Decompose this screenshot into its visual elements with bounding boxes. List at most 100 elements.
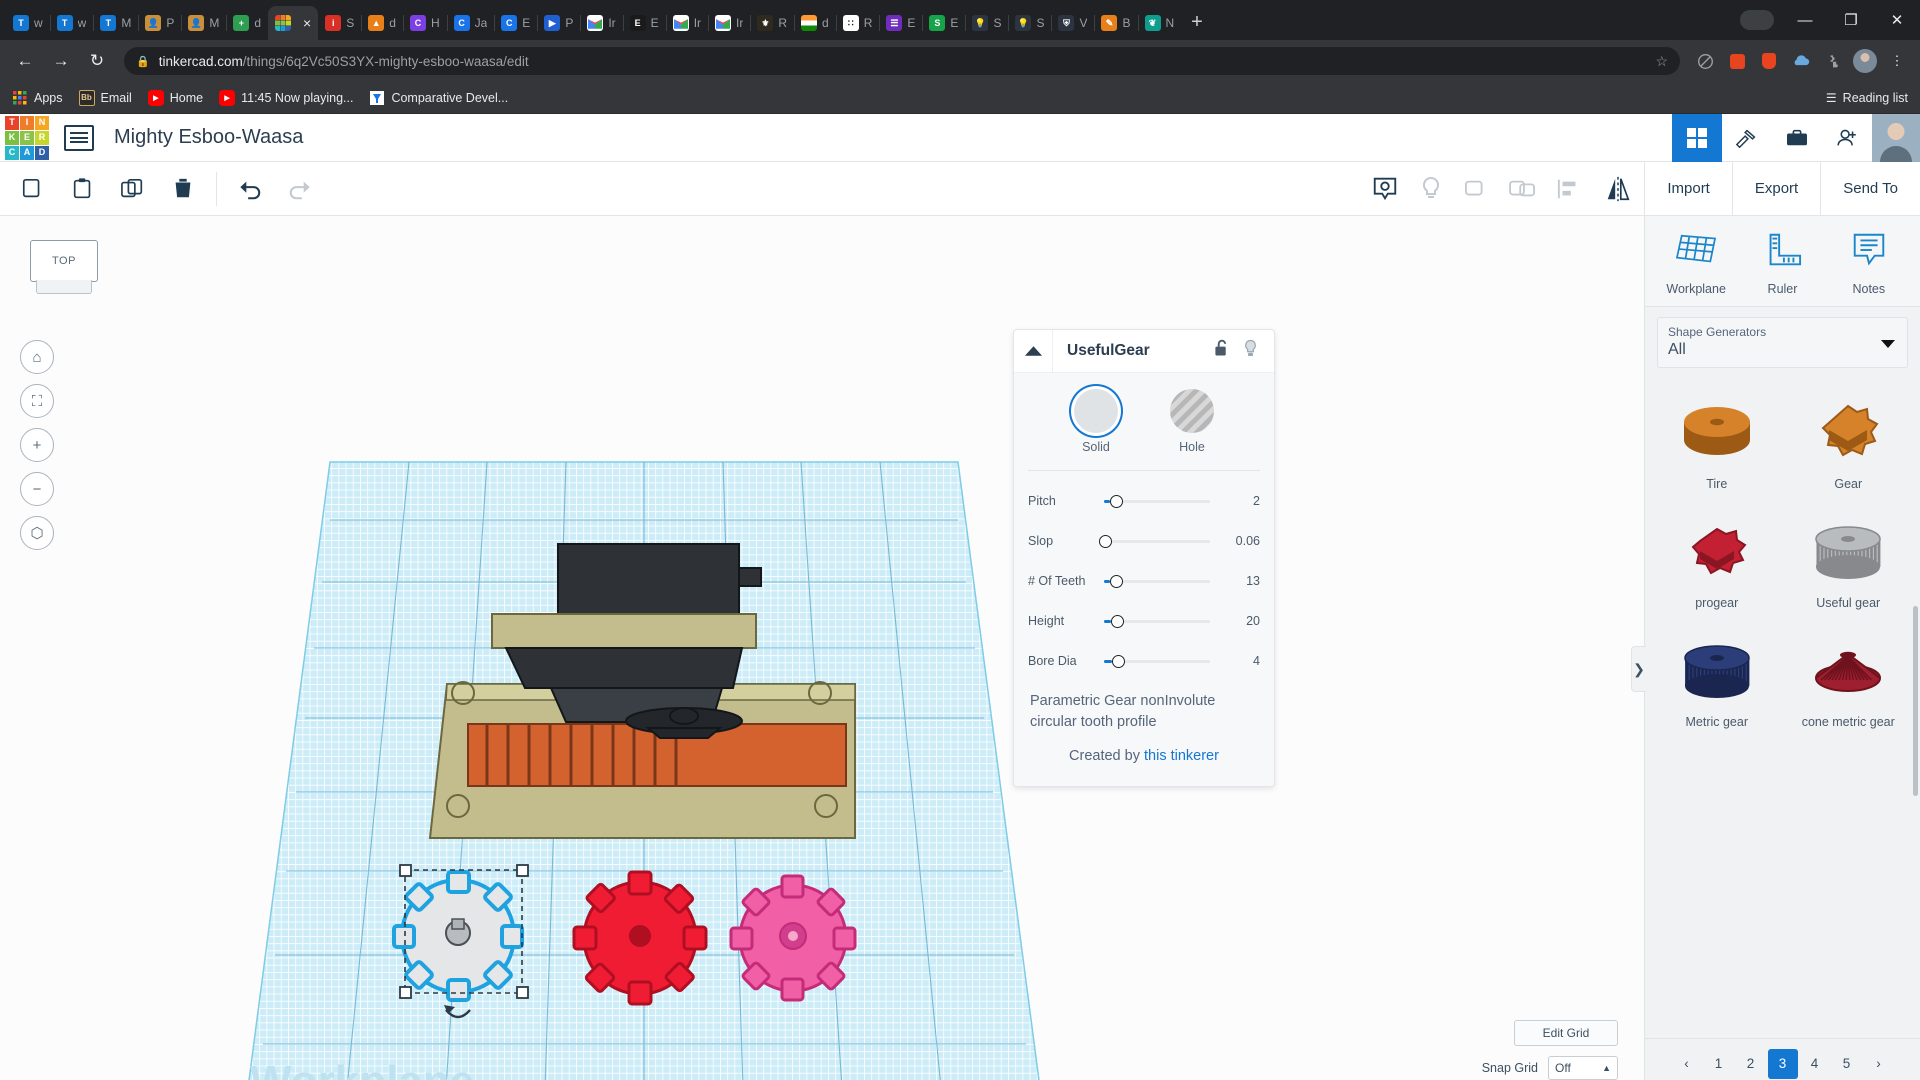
browser-tab[interactable]: Ir — [708, 6, 750, 40]
bookmark-item[interactable]: Bb Email — [78, 89, 132, 106]
browser-tab[interactable]: ▲ d — [361, 6, 403, 40]
extension-red-icon[interactable] — [1724, 48, 1750, 74]
browser-tab[interactable]: Tw — [6, 6, 50, 40]
delete-icon[interactable] — [158, 166, 208, 212]
reading-list-button[interactable]: ☰ Reading list — [1826, 91, 1908, 105]
view-cube-base[interactable] — [36, 280, 92, 294]
browser-tab[interactable]: ☰ E — [879, 6, 922, 40]
browser-tab[interactable]: EE — [622, 6, 666, 40]
blocks-view-icon[interactable] — [1672, 113, 1722, 162]
back-button[interactable]: ← — [10, 46, 40, 76]
browser-tab[interactable]: CH — [402, 6, 447, 40]
redo-icon[interactable] — [275, 166, 325, 212]
home-view-icon[interactable]: ⌂ — [20, 340, 54, 374]
browser-tab[interactable]: ∷ R — [835, 6, 880, 40]
pagination-next-icon[interactable]: › — [1864, 1049, 1894, 1079]
pagination-page-1[interactable]: 1 — [1704, 1049, 1734, 1079]
browser-tab[interactable]: ▶ P — [537, 6, 580, 40]
browser-tab[interactable]: Tw — [49, 6, 94, 40]
browser-tab[interactable]: ⚜ R — [750, 6, 794, 40]
bookmark-item[interactable]: Apps — [12, 90, 63, 106]
sidebar-tool-ruler[interactable]: Ruler — [1742, 230, 1822, 296]
browser-tab[interactable]: ❦ N — [1137, 6, 1182, 40]
send-to-button[interactable]: Send To — [1820, 161, 1920, 216]
pagination-page-3[interactable]: 3 — [1767, 1048, 1798, 1079]
import-button[interactable]: Import — [1644, 161, 1732, 216]
browser-tab[interactable]: ✎ B — [1094, 6, 1137, 40]
forward-button[interactable]: → — [46, 46, 76, 76]
browser-tab[interactable]: C Ja — [446, 6, 495, 40]
slider-track[interactable] — [1104, 614, 1210, 628]
extension-cloud-icon[interactable] — [1788, 48, 1814, 74]
avatar[interactable] — [1872, 113, 1920, 162]
browser-tab[interactable]: Ir — [580, 6, 622, 40]
edit-grid-button[interactable]: Edit Grid — [1514, 1020, 1618, 1046]
slider-knob[interactable] — [1111, 614, 1125, 628]
unlock-icon[interactable] — [1214, 339, 1229, 363]
shape-tile[interactable]: Tire — [1651, 382, 1783, 501]
browser-tab-active[interactable]: × — [268, 6, 319, 40]
browser-tab[interactable]: iS — [318, 6, 361, 40]
shape-tile[interactable]: progear — [1651, 501, 1783, 620]
browser-tab[interactable]: + d — [226, 6, 268, 40]
zoom-out-icon[interactable]: − — [20, 472, 54, 506]
bookmark-star-icon[interactable]: ☆ — [1655, 53, 1668, 70]
duplicate-icon[interactable] — [108, 166, 158, 212]
ortho-perspective-icon[interactable]: ⬡ — [20, 516, 54, 550]
sidebar-tool-workplane[interactable]: Workplane — [1656, 230, 1736, 296]
briefcase-icon[interactable] — [1772, 114, 1822, 162]
bookmark-item[interactable]: ▶ 11:45 Now playing... — [219, 89, 353, 106]
ungroup-icon[interactable] — [1500, 166, 1546, 212]
browser-tab[interactable]: d — [794, 6, 836, 40]
pagination-page-2[interactable]: 2 — [1736, 1049, 1766, 1079]
block-icon[interactable] — [1692, 48, 1718, 74]
slider-knob[interactable] — [1098, 534, 1112, 548]
chrome-menu-icon[interactable]: ⋮ — [1884, 48, 1910, 74]
pagination-page-4[interactable]: 4 — [1800, 1049, 1830, 1079]
shape-tile[interactable]: Gear — [1783, 382, 1915, 501]
sidebar-collapse-toggle[interactable]: ❯ — [1631, 646, 1646, 692]
undo-icon[interactable] — [225, 166, 275, 212]
shape-tile[interactable]: Useful gear — [1783, 501, 1915, 620]
bookmark-item[interactable]: Comparative Devel... — [369, 90, 508, 106]
address-bar[interactable]: 🔒 tinkercad.com/things/6q2Vc50S3YX-might… — [124, 47, 1680, 75]
zoom-in-icon[interactable]: + — [20, 428, 54, 462]
tab-search-pill[interactable] — [1740, 10, 1774, 30]
group-icon[interactable] — [1454, 166, 1500, 212]
browser-tab[interactable]: SE — [922, 6, 965, 40]
slider-track[interactable] — [1104, 494, 1210, 508]
browser-tab[interactable]: CE — [494, 6, 537, 40]
fit-view-icon[interactable]: ⛶ — [20, 384, 54, 418]
project-menu-icon[interactable] — [64, 124, 94, 151]
extension-shield-icon[interactable] — [1756, 48, 1782, 74]
slider-track[interactable] — [1098, 534, 1210, 548]
shape-tile[interactable]: cone metric gear — [1783, 620, 1915, 739]
browser-tab[interactable]: Ir — [665, 6, 708, 40]
browser-tab[interactable]: 👤 M — [181, 6, 226, 40]
hole-option[interactable]: Hole — [1170, 389, 1214, 454]
credit-link[interactable]: this tinkerer — [1144, 748, 1219, 764]
shape-tile[interactable]: Metric gear — [1651, 620, 1783, 739]
profile-picture-icon[interactable] — [1852, 48, 1878, 74]
3d-canvas[interactable]: Workplane — [0, 216, 1644, 1080]
browser-tab[interactable]: 👤 P — [138, 6, 181, 40]
slider-track[interactable] — [1104, 654, 1210, 668]
collapse-icon[interactable] — [1014, 329, 1053, 373]
bookmark-item[interactable]: ▶ Home — [147, 89, 203, 106]
mirror-icon[interactable] — [1592, 166, 1644, 212]
light-icon[interactable] — [1408, 166, 1454, 212]
snap-grid-select[interactable]: Off ▲ — [1548, 1056, 1618, 1080]
shape-generators-select[interactable]: Shape Generators All — [1657, 317, 1908, 368]
browser-tab[interactable]: ⛨ V — [1051, 6, 1094, 40]
lightbulb-icon[interactable] — [1243, 339, 1258, 363]
note-icon[interactable] — [1362, 166, 1408, 212]
slider-knob[interactable] — [1110, 494, 1124, 508]
pagination-page-5[interactable]: 5 — [1832, 1049, 1862, 1079]
slider-knob[interactable] — [1112, 654, 1126, 668]
copy-icon[interactable] — [8, 166, 58, 212]
view-cube[interactable]: TOP — [26, 236, 102, 306]
view-cube-top-label[interactable]: TOP — [30, 240, 98, 282]
export-button[interactable]: Export — [1731, 161, 1820, 216]
close-tab-icon[interactable]: × — [303, 15, 311, 31]
extensions-puzzle-icon[interactable] — [1820, 48, 1846, 74]
